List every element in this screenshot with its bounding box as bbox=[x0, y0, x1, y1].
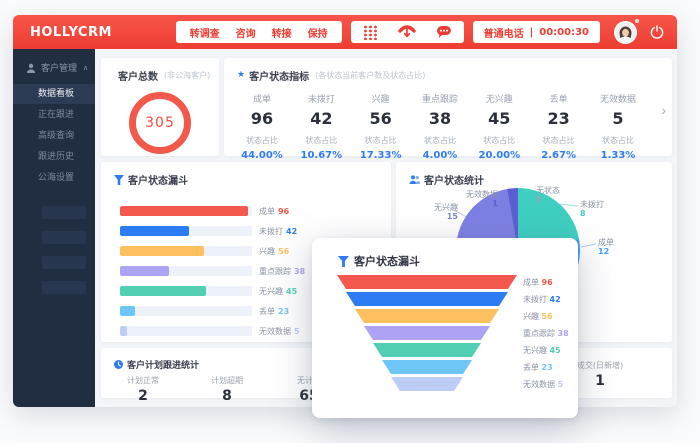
total-customers-donut: 305 bbox=[129, 92, 191, 154]
pie-label: 无状态 0 bbox=[536, 186, 560, 204]
funnel-label: 重点跟踪 38 bbox=[523, 326, 569, 343]
pie-card-title: 客户状态统计 bbox=[424, 172, 484, 187]
metric-col: 无兴趣45 状态占比20.00% bbox=[477, 92, 521, 161]
funnel-slice bbox=[382, 360, 472, 374]
total-card-title: 客户总数 bbox=[118, 68, 158, 83]
funnel-label: 未拨打 42 bbox=[523, 292, 569, 309]
funnel-popup: 客户状态漏斗 成单 96 未拨打 42 兴趣 56 bbox=[312, 238, 578, 418]
funnel-label: 无兴趣 45 bbox=[523, 343, 569, 360]
funnel-card-title: 客户状态漏斗 bbox=[128, 172, 188, 187]
funnel-slice bbox=[391, 377, 463, 391]
hangup-phone-icon[interactable] bbox=[398, 24, 416, 40]
avatar[interactable] bbox=[614, 21, 637, 44]
sidebar-item-follow-history[interactable]: 跟进历史 bbox=[13, 147, 95, 167]
page: HOLLYCRM 转调查 咨询 转接 保持 bbox=[0, 0, 700, 443]
popup-title: 客户状态漏斗 bbox=[354, 253, 420, 269]
user-icon bbox=[26, 63, 36, 73]
funnel-label: 丢单 23 bbox=[523, 360, 569, 377]
skeleton-item bbox=[42, 231, 86, 244]
star-icon: ★ bbox=[237, 71, 245, 80]
clock-icon bbox=[114, 360, 123, 369]
chat-bubble-icon[interactable] bbox=[436, 25, 452, 40]
metric-col: 兴趣56 状态占比17.33% bbox=[359, 92, 403, 161]
pie-label: 无效数据 1 bbox=[466, 190, 498, 208]
sidebar-item-following[interactable]: 正在跟进 bbox=[13, 105, 95, 125]
funnel-slice bbox=[355, 309, 499, 323]
call-status: 普通电话 | 00:00:30 bbox=[473, 21, 600, 43]
call-timer: 00:00:30 bbox=[539, 27, 589, 38]
skeleton-item bbox=[42, 281, 86, 294]
dialpad-icon[interactable] bbox=[363, 25, 378, 40]
app-logo: HOLLYCRM bbox=[30, 25, 112, 40]
sidebar-section-label: 客户管理 bbox=[41, 61, 77, 74]
call-type-label: 普通电话 bbox=[484, 25, 524, 40]
metric-col: 重点跟踪38 状态占比4.00% bbox=[418, 92, 462, 161]
people-icon bbox=[409, 175, 420, 184]
funnel-slice bbox=[337, 275, 517, 289]
skeleton-item bbox=[42, 206, 86, 219]
avatar-badge bbox=[635, 19, 639, 23]
metrics-card-title: 客户状态指标 bbox=[249, 68, 309, 83]
sidebar-skeleton-list bbox=[13, 206, 95, 294]
top-bar: HOLLYCRM 转调查 咨询 转接 保持 bbox=[13, 15, 677, 49]
hold-button[interactable]: 保持 bbox=[300, 25, 336, 40]
pie-label: 未拨打 8 bbox=[580, 200, 604, 218]
funnel-icon bbox=[338, 256, 349, 267]
plan-card-title: 客户计划跟进统计 bbox=[127, 358, 199, 371]
chevron-right-icon[interactable]: › bbox=[661, 102, 666, 118]
funnel-label-list: 成单 96 未拨打 42 兴趣 56 重点跟踪 38 无兴趣 45 丢单 23 bbox=[523, 275, 569, 394]
transfer-button[interactable]: 转接 bbox=[264, 25, 300, 40]
sidebar-item-advanced-query[interactable]: 高级查询 bbox=[13, 126, 95, 146]
plan-col: 计划正常 2 bbox=[115, 375, 171, 404]
sidebar-item-dashboard[interactable]: 数据看板 bbox=[13, 84, 95, 104]
metric-col: 未拨打42 状态占比10.67% bbox=[299, 92, 343, 161]
skeleton-item bbox=[42, 256, 86, 269]
funnel-slice bbox=[364, 326, 490, 340]
power-icon[interactable] bbox=[650, 25, 664, 39]
funnel-slice bbox=[346, 292, 508, 306]
plan-col: 计划超期 8 bbox=[199, 375, 255, 404]
metric-col: 无效数据5 状态占比1.33% bbox=[596, 92, 640, 161]
total-customers-value: 305 bbox=[145, 115, 175, 131]
pie-label: 成单 12 bbox=[598, 238, 614, 256]
metric-columns: 成单96 状态占比44.00% 未拨打42 状态占比10.67% 兴趣56 状态… bbox=[224, 83, 672, 161]
funnel-label: 成单 96 bbox=[523, 275, 569, 292]
sidebar-section-customer-mgmt[interactable]: 客户管理 ∧ bbox=[13, 49, 95, 84]
funnel-bar-row: 成单 96 bbox=[120, 201, 381, 221]
sidebar-item-pool-settings[interactable]: 公海设置 bbox=[13, 168, 95, 188]
funnel-icon bbox=[114, 175, 124, 185]
transfer-survey-button[interactable]: 转调查 bbox=[182, 25, 228, 40]
total-card-subtitle: (非公海客户) bbox=[164, 70, 210, 81]
metrics-card-subtitle: (各状态当前客户数及状态占比) bbox=[315, 70, 425, 81]
pie-label: 无兴趣 15 bbox=[434, 203, 458, 221]
consult-button[interactable]: 咨询 bbox=[228, 25, 264, 40]
call-action-group: 转调查 咨询 转接 保持 bbox=[176, 21, 342, 43]
funnel-label: 无效数据 5 bbox=[523, 377, 569, 394]
status-metrics-card: ★ 客户状态指标 (各状态当前客户数及状态占比) 成单96 状态占比44.00%… bbox=[224, 58, 672, 156]
funnel-label: 兴趣 56 bbox=[523, 309, 569, 326]
funnel-slice bbox=[373, 343, 481, 357]
sidebar-nav: 数据看板 正在跟进 高级查询 跟进历史 公海设置 bbox=[13, 84, 95, 188]
metric-col: 丢单23 状态占比2.67% bbox=[537, 92, 581, 161]
total-customers-card: 客户总数 (非公海客户) 305 bbox=[101, 58, 219, 156]
sidebar: 客户管理 ∧ 数据看板 正在跟进 高级查询 跟进历史 公海设置 bbox=[13, 49, 95, 407]
call-tool-group bbox=[351, 21, 464, 43]
chevron-up-icon: ∧ bbox=[83, 64, 88, 72]
funnel-chart bbox=[337, 275, 517, 394]
metric-col: 成单96 状态占比44.00% bbox=[240, 92, 284, 161]
call-status-separator: | bbox=[530, 27, 534, 38]
